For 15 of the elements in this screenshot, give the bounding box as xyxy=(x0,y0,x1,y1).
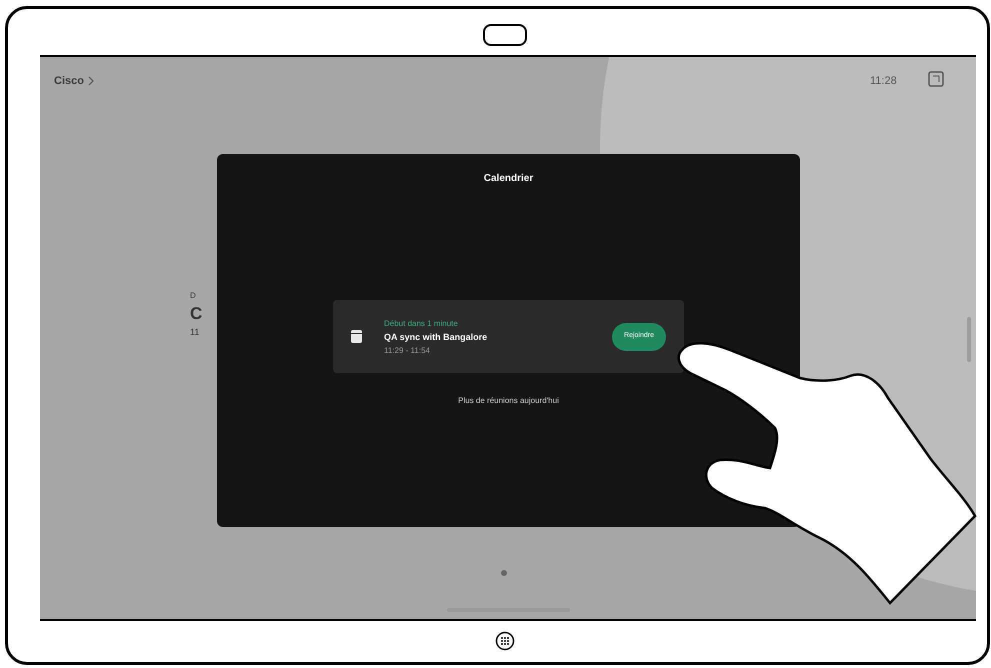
meeting-title: QA sync with Bangalore xyxy=(384,330,488,344)
background-text: 11 xyxy=(190,326,200,339)
background-text: C xyxy=(190,303,202,325)
panel-icon[interactable] xyxy=(928,71,944,87)
camera-icon xyxy=(483,24,527,46)
meeting-status: Début dans 1 minute xyxy=(384,318,459,330)
clock-time: 11:28 xyxy=(870,74,897,89)
panel-title: Calendrier xyxy=(484,172,534,186)
chevron-icon xyxy=(88,76,94,86)
apps-button[interactable] xyxy=(495,631,515,651)
background-text: D xyxy=(190,290,197,302)
calendar-icon xyxy=(351,330,362,343)
meeting-time: 11:29 - 11:54 xyxy=(384,344,431,356)
breadcrumb-link[interactable]: Cisco xyxy=(54,73,84,90)
empty-message: Plus de réunions aujourd'hui xyxy=(458,395,559,407)
